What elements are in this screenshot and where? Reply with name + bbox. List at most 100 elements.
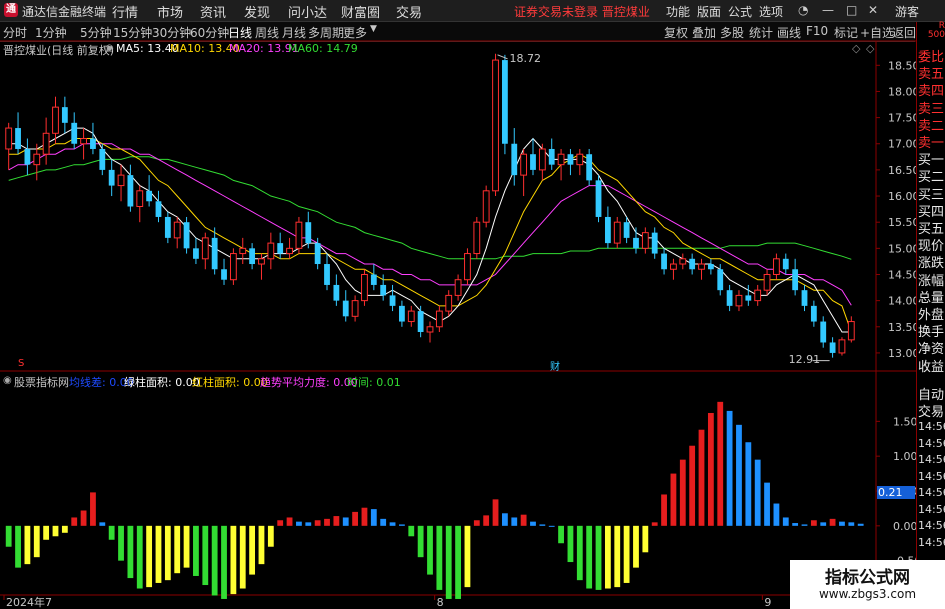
candle-body-down xyxy=(567,154,574,165)
indicator-bar xyxy=(707,412,714,526)
side-item-5[interactable]: 卖一 xyxy=(918,132,945,151)
side-item-6[interactable]: 买一 xyxy=(918,149,945,168)
candle-body-up xyxy=(613,221,621,244)
candle-body-down xyxy=(417,311,424,333)
indicator-bar xyxy=(548,525,555,527)
candle-body-down xyxy=(829,342,836,353)
indicator-bar xyxy=(333,516,340,526)
indicator-bar xyxy=(782,517,789,526)
candle-body-down xyxy=(314,243,321,265)
indicator-bar xyxy=(230,525,237,595)
indicator-bar xyxy=(305,522,312,526)
indicator-bar xyxy=(277,520,284,526)
candle-body-up xyxy=(201,237,209,260)
side-item-2[interactable]: 卖四 xyxy=(918,80,945,99)
candle-body-down xyxy=(501,60,508,144)
side-item-17[interactable]: 净资 xyxy=(918,338,945,357)
indicator-bar xyxy=(258,525,265,565)
candle-body-up xyxy=(267,242,275,260)
indicator-bar xyxy=(221,525,227,599)
candle-body-up xyxy=(5,127,13,150)
side-item-13[interactable]: 涨幅 xyxy=(918,270,945,289)
side-item-14[interactable]: 总量 xyxy=(918,287,945,306)
indicator-bar xyxy=(314,520,321,526)
side-item-extra-1[interactable]: 交易 xyxy=(918,401,945,420)
candle-body-down xyxy=(211,237,218,270)
side-item-18[interactable]: 收益 xyxy=(918,356,945,375)
side-item-0[interactable]: 委比 xyxy=(918,46,945,65)
side-item-3[interactable]: 卖三 xyxy=(918,98,945,117)
signal-marker-s[interactable]: S xyxy=(18,358,24,369)
price-tick-label: 15.00 xyxy=(888,242,920,255)
watermark-title: 指标公式网 xyxy=(825,568,910,588)
indicator-bar xyxy=(839,521,845,526)
indicator-bar xyxy=(717,401,724,526)
side-item-11[interactable]: 现价 xyxy=(918,235,945,254)
candle-body-up xyxy=(754,289,762,302)
current-value: 0.21 xyxy=(878,486,903,499)
candle-body-down xyxy=(707,264,714,270)
candle-body-down xyxy=(530,154,536,170)
indicator-bar xyxy=(698,429,705,526)
candle-body-up xyxy=(407,310,415,323)
side-item-7[interactable]: 买二 xyxy=(918,166,945,185)
candle-body-down xyxy=(15,128,21,149)
candle-body-down xyxy=(221,269,227,280)
kline-chart[interactable]: 18.50 18.00 17.50 17.00 16.50 16.00 15.50 15.00… xyxy=(0,0,945,609)
side-item-1[interactable]: 卖五 xyxy=(918,63,945,82)
side-item-15[interactable]: 外盘 xyxy=(918,304,945,323)
price-tick-label: 14.00 xyxy=(888,295,920,308)
side-item-4[interactable]: 卖二 xyxy=(918,115,945,134)
indicator-bar xyxy=(445,525,452,599)
candle-body-down xyxy=(399,305,405,322)
candle-body-down xyxy=(90,138,96,149)
side-item-12[interactable]: 涨跌 xyxy=(918,252,945,271)
candle-body-up xyxy=(52,106,59,134)
indicator-histogram xyxy=(5,401,864,599)
candle-body-down xyxy=(548,148,555,165)
ma10-line xyxy=(8,138,852,333)
indicator-bar xyxy=(501,513,508,526)
indicator-bar xyxy=(623,525,630,583)
candle-body-down xyxy=(24,148,31,165)
indicator-bar xyxy=(473,520,480,526)
indicator-bar xyxy=(174,525,181,574)
candle-body-up xyxy=(117,174,125,187)
indicator-bar xyxy=(455,525,461,599)
side-item-16[interactable]: 换手 xyxy=(918,321,945,340)
price-tick-label: 17.00 xyxy=(888,138,920,151)
side-time-7: 14:56 xyxy=(918,535,945,549)
indicator-bar xyxy=(15,525,21,568)
side-item-10[interactable]: 买五 xyxy=(918,218,945,237)
indicator-bar xyxy=(810,520,817,526)
price-tick-label: 15.50 xyxy=(888,216,920,229)
indicator-bar xyxy=(155,525,162,583)
indicator-bar xyxy=(661,494,667,526)
indicator-bar xyxy=(389,522,396,526)
price-tick-label: 16.50 xyxy=(888,164,920,177)
indicator-bar xyxy=(754,459,761,526)
candle-body-up xyxy=(136,190,144,208)
candle-body-up xyxy=(454,279,462,296)
candle-body-down xyxy=(661,253,667,270)
high-price-label: 18.72 xyxy=(509,51,542,65)
indicator-bar xyxy=(773,503,780,526)
candle-body-up xyxy=(33,153,41,166)
indicator-bar xyxy=(136,525,143,589)
indicator-bar xyxy=(249,525,256,575)
indicator-bar xyxy=(558,525,564,544)
indicator-bar xyxy=(492,499,499,526)
indicator-bar xyxy=(361,507,368,526)
side-time-1: 14:56 xyxy=(918,436,945,450)
candle-body-up xyxy=(295,221,303,249)
indicator-bar xyxy=(576,525,583,581)
side-item-9[interactable]: 买四 xyxy=(918,201,945,220)
chart-annotations xyxy=(497,54,830,362)
price-tick-label: 17.50 xyxy=(888,112,920,125)
indicator-bar xyxy=(183,525,190,568)
finance-marker[interactable]: 财 xyxy=(550,358,560,373)
candle-body-down xyxy=(164,216,171,238)
candle-body-up xyxy=(847,321,855,341)
side-item-8[interactable]: 买三 xyxy=(918,184,945,203)
candle-body-down xyxy=(249,248,256,265)
